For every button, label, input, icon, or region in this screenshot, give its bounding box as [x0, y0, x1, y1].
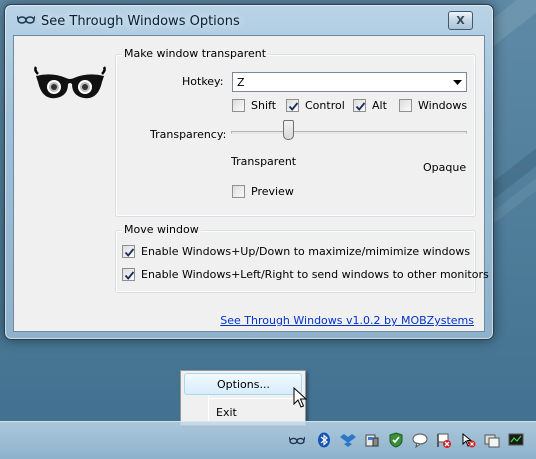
checkbox-box [232, 185, 245, 198]
tray-context-menu: Options... Exit [180, 370, 306, 426]
see-through-windows-icon[interactable] [289, 432, 305, 448]
checkbox-box [232, 99, 245, 112]
window-title: See Through Windows Options [41, 14, 240, 29]
menu-separator [209, 398, 301, 399]
checkbox-box [122, 245, 135, 258]
mouse-cursor-icon [293, 387, 307, 408]
opaque-max-label: Opaque [423, 161, 467, 174]
chevron-down-icon [449, 73, 466, 91]
maximize-minimize-label: Enable Windows+Up/Down to maximize/mimim… [141, 245, 471, 258]
tool-icon[interactable] [460, 432, 476, 448]
checkbox-box [353, 99, 366, 112]
device-icon[interactable] [364, 432, 380, 448]
move-window-group: Move window Enable Windows+Up/Down to ma… [115, 223, 489, 293]
checkbox-box [122, 268, 135, 281]
close-icon: X [456, 14, 465, 27]
menu-item-exit-label: Exit [216, 406, 237, 419]
close-button[interactable]: X [448, 11, 473, 30]
shield-icon[interactable] [388, 432, 404, 448]
transparency-label: Transparency: [150, 128, 227, 141]
windows-icon[interactable] [484, 432, 500, 448]
transparent-min-label: Transparent [231, 155, 297, 168]
taskbar [0, 421, 536, 459]
alt-checkbox[interactable]: Alt [353, 99, 387, 112]
alt-label: Alt [372, 99, 387, 112]
bluetooth-icon[interactable] [316, 432, 332, 448]
windows-label: Windows [418, 99, 468, 112]
hotkey-dropdown[interactable]: Z [232, 72, 467, 92]
menu-item-options-label: Options... [217, 378, 270, 391]
title-bar[interactable]: See Through Windows Options X [5, 5, 493, 35]
control-checkbox[interactable]: Control [286, 99, 345, 112]
hotkey-value: Z [237, 76, 245, 89]
control-label: Control [305, 99, 345, 112]
shift-label: Shift [251, 99, 277, 112]
preview-checkbox[interactable]: Preview [232, 185, 294, 198]
make-transparent-title: Make window transparent [122, 47, 269, 60]
chat-bubble-icon[interactable] [412, 432, 428, 448]
send-to-monitor-label: Enable Windows+Left/Right to send window… [141, 268, 489, 281]
flag-icon[interactable] [436, 432, 452, 448]
maximize-minimize-checkbox[interactable]: Enable Windows+Up/Down to maximize/mimim… [122, 245, 470, 258]
make-transparent-group: Make window transparent Hotkey: Z Shift … [115, 47, 476, 217]
windows-checkbox[interactable]: Windows [399, 99, 467, 112]
monitor-icon[interactable] [508, 432, 524, 448]
shift-checkbox[interactable]: Shift [232, 99, 276, 112]
slider-thumb[interactable] [282, 120, 294, 140]
preview-label: Preview [251, 185, 294, 198]
sunglasses-logo [34, 66, 106, 99]
slider-track [231, 131, 467, 134]
send-to-monitor-checkbox[interactable]: Enable Windows+Left/Right to send window… [122, 268, 489, 281]
hotkey-label: Hotkey: [182, 75, 224, 88]
move-window-title: Move window [122, 223, 201, 236]
options-content: Make window transparent Hotkey: Z Shift … [13, 35, 489, 332]
see-through-windows-icon [17, 15, 35, 24]
options-window: See Through Windows Options X Make windo… [4, 4, 494, 340]
menu-item-options[interactable]: Options... [184, 373, 302, 395]
dropbox-icon[interactable] [340, 432, 356, 448]
checkbox-box [286, 99, 299, 112]
checkbox-box [399, 99, 412, 112]
about-link[interactable]: See Through Windows v1.0.2 by MOBZystems [220, 314, 474, 327]
transparency-slider[interactable] [231, 120, 467, 146]
